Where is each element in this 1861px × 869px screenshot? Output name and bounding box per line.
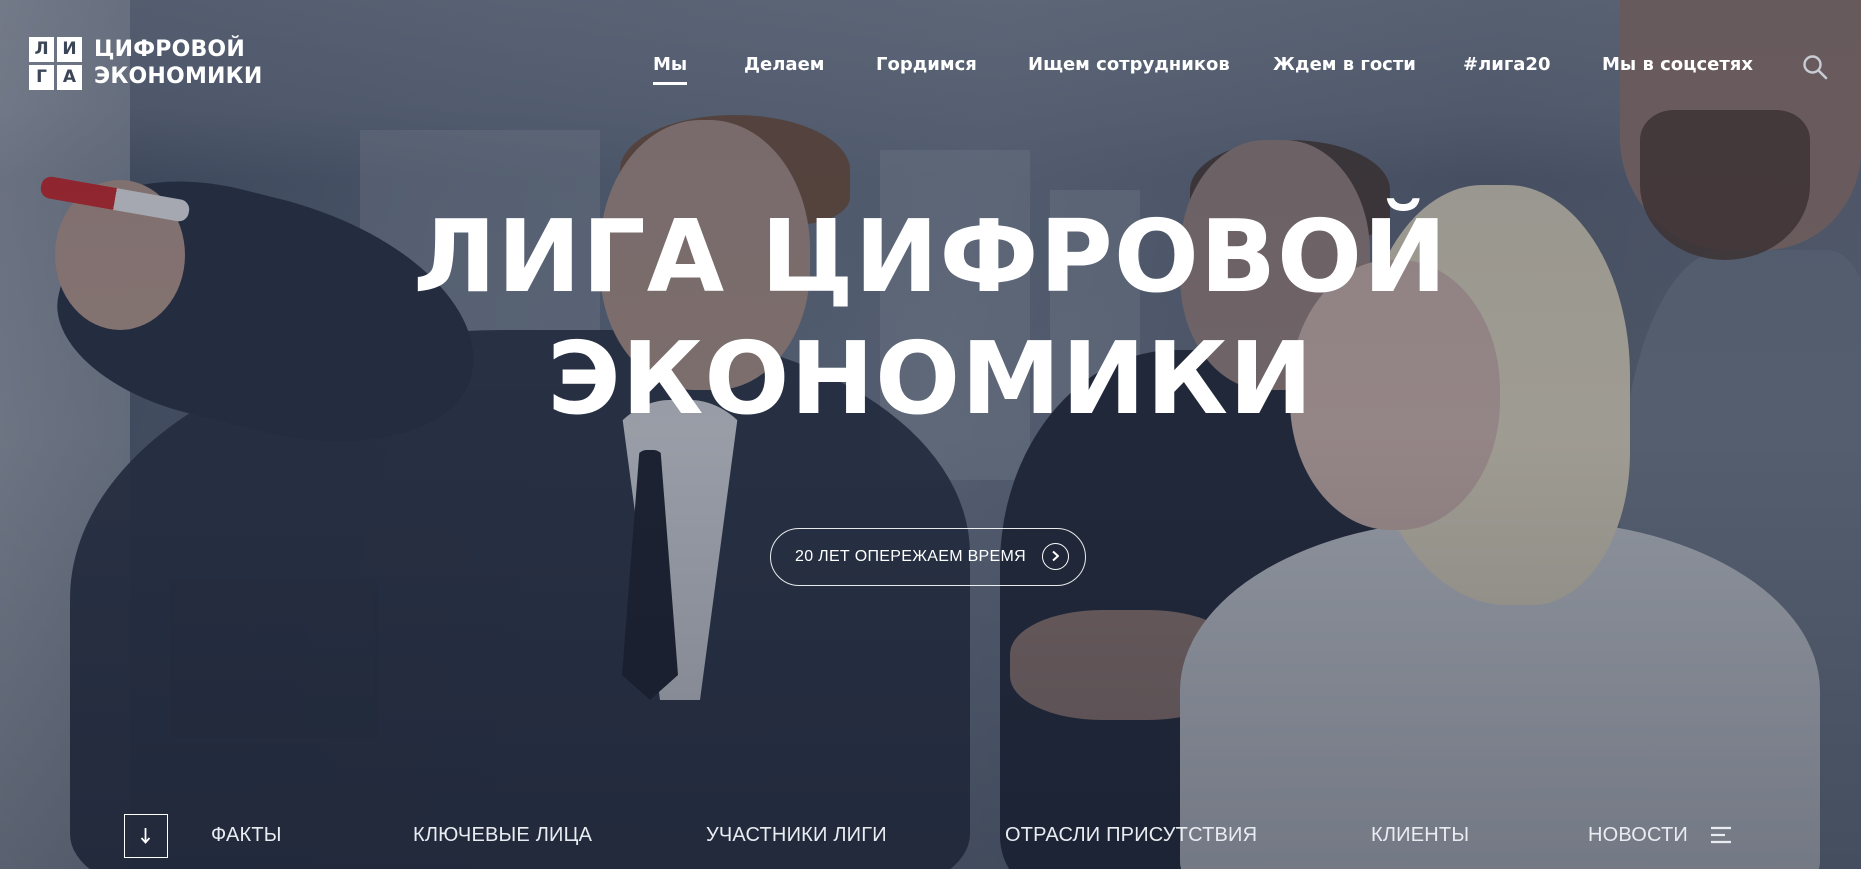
anniversary-cta-button[interactable]: 20 ЛЕТ ОПЕРЕЖАЕМ ВРЕМЯ [770,528,1086,586]
nav-item-visit[interactable]: Ждем в гости [1273,54,1416,75]
logo-text: ЦИФРОВОЙ ЭКОНОМИКИ [94,36,262,90]
nav-item-doing[interactable]: Делаем [744,54,825,75]
logo-text-line2: ЭКОНОМИКИ [94,64,263,89]
nav-item-social[interactable]: Мы в соцсетях [1602,54,1753,75]
logo-letter: Г [29,64,54,90]
section-link-facts[interactable]: ФАКТЫ [211,824,282,847]
cta-label: 20 ЛЕТ ОПЕРЕЖАЕМ ВРЕМЯ [795,548,1026,565]
hero-section: Л И Г А ЦИФРОВОЙ ЭКОНОМИКИ Мы Делаем Гор… [0,0,1861,869]
section-link-key-people[interactable]: КЛЮЧЕВЫЕ ЛИЦА [413,824,592,847]
hero-title-line1: ЛИГА ЦИФРОВОЙ [413,198,1448,315]
nav-item-careers[interactable]: Ищем сотрудников [1028,54,1230,75]
logo-letter: И [57,36,82,62]
logo-letter: Л [29,36,54,62]
section-link-industries[interactable]: ОТРАСЛИ ПРИСУТСТВИЯ [1005,824,1257,847]
menu-icon[interactable] [1711,826,1733,844]
scroll-down-button[interactable] [124,814,168,858]
hero-title: ЛИГА ЦИФРОВОЙ ЭКОНОМИКИ [0,196,1861,440]
nav-item-proud[interactable]: Гордимся [876,54,977,75]
nav-item-we[interactable]: Мы [653,54,688,85]
nav-item-liga20[interactable]: #лига20 [1463,54,1550,75]
section-link-members[interactable]: УЧАСТНИКИ ЛИГИ [706,824,887,847]
section-link-news[interactable]: НОВОСТИ [1588,824,1688,847]
logo[interactable]: Л И Г А ЦИФРОВОЙ ЭКОНОМИКИ [29,36,262,90]
play-circle-icon [1042,543,1069,570]
hero-title-line2: ЭКОНОМИКИ [547,320,1314,437]
logo-letter: А [57,64,82,90]
logo-text-line1: ЦИФРОВОЙ [94,37,245,62]
section-link-clients[interactable]: КЛИЕНТЫ [1371,824,1469,847]
search-icon[interactable] [1802,54,1828,80]
logo-mark: Л И Г А [29,36,82,90]
